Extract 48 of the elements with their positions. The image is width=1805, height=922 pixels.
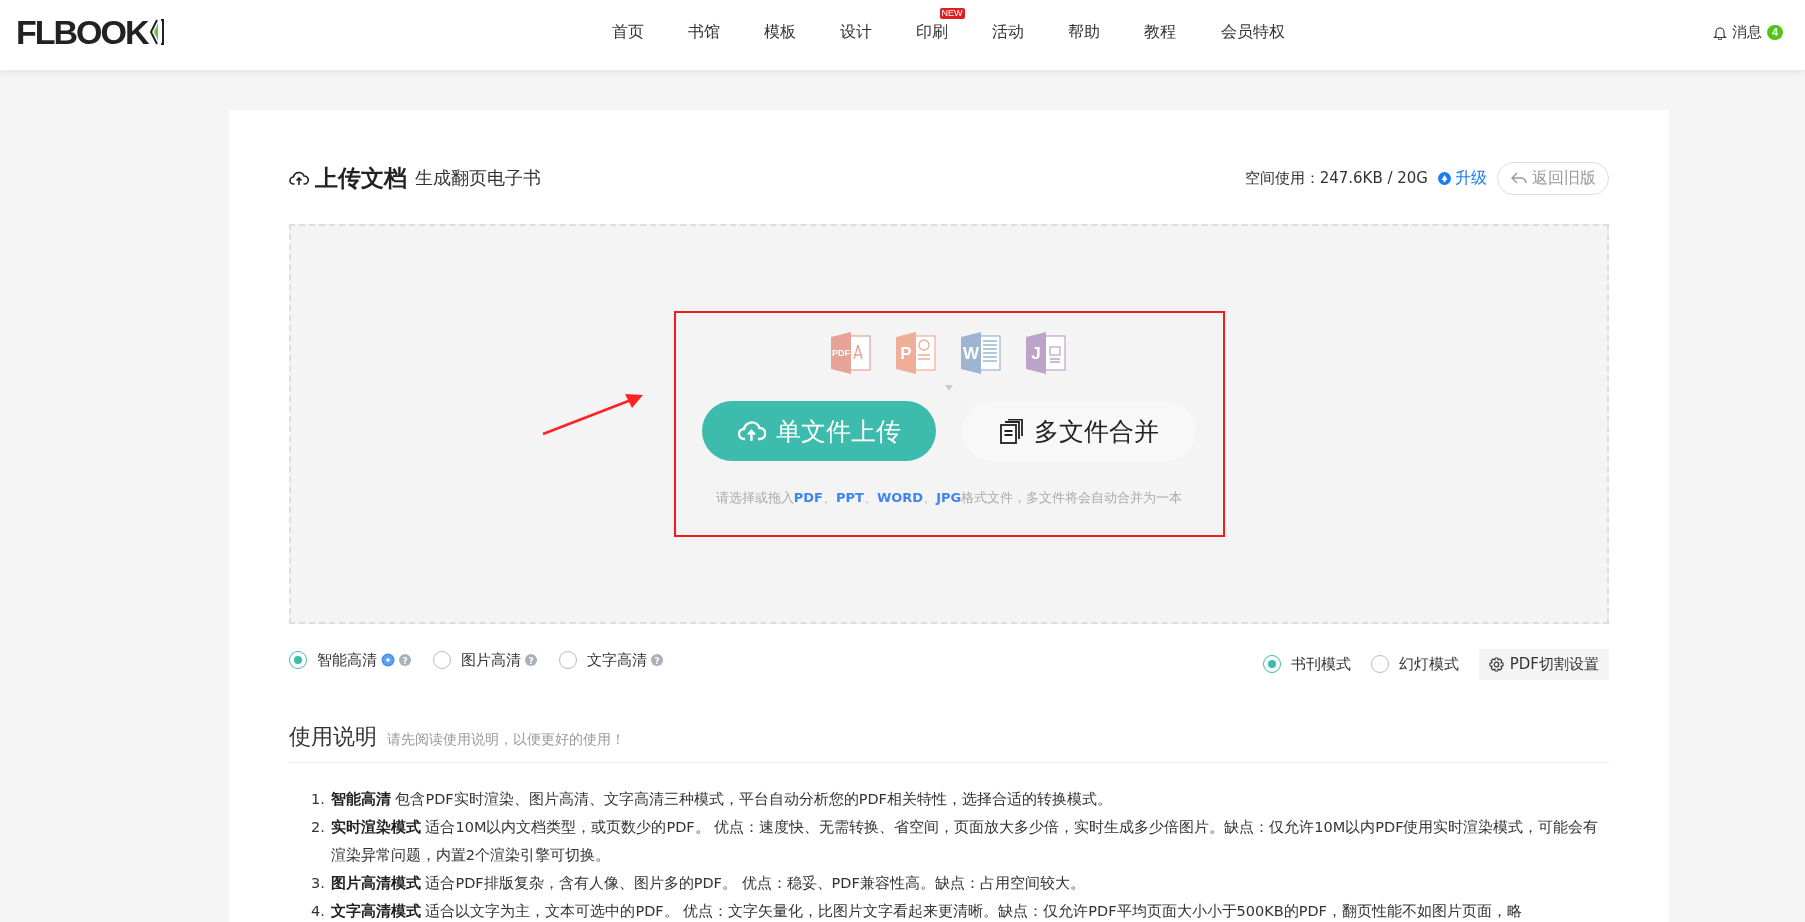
nav-link[interactable]: 教程 — [1143, 21, 1176, 43]
radio-option[interactable]: 幻灯模式 — [1370, 654, 1459, 674]
nav-link[interactable]: 书馆 — [687, 21, 720, 43]
storage-usage: 空间使用：247.6KB / 20G — [1244, 168, 1428, 188]
help-icon: ? — [651, 654, 663, 666]
bell-icon — [1712, 24, 1727, 40]
nav-link[interactable]: 帮助 — [1067, 21, 1100, 43]
list-number: 1. — [311, 790, 325, 809]
upgrade-link[interactable]: 升级 — [1438, 167, 1487, 189]
pdf-split-settings-button[interactable]: PDF切割设置 — [1478, 648, 1609, 680]
nav-link[interactable]: 首页 — [611, 21, 644, 43]
bracket-icon — [148, 18, 165, 46]
cloud-upload-icon — [737, 419, 766, 443]
documents-icon — [999, 418, 1024, 444]
page-title: 上传文档 — [315, 163, 407, 193]
nav-link[interactable]: 活动 — [991, 21, 1024, 43]
instruction-text: 图片高清模式 适合PDF排版复杂，含有人像、图片多的PDF。 优点：稳妥、PDF兼容性高。缺点：占用空间较大。 — [330, 874, 1085, 893]
nav-link[interactable]: 设计 — [839, 21, 872, 43]
upgrade-label[interactable]: 升级 — [1455, 167, 1487, 189]
new-badge: NEW — [939, 7, 965, 19]
instruction-text: 实时渲染模式 适合10M以内文档类型，或页数少的PDF。 优点：速度快、无需转换、省空间，页面放大多少倍，实时生成多少倍图片。缺点：仅允许10M以内PDF使用实时渲染模式，可能会有渲染异常问题，内置2个渲染引擎可切换。 — [330, 818, 1600, 865]
reply-arrow-icon — [1510, 170, 1528, 186]
help-icon: ? — [399, 654, 411, 666]
section-subtitle: 请先阅读使用说明，以便更好的使用！ — [387, 731, 625, 749]
caret-icon — [945, 385, 953, 391]
settings-icon — [1488, 656, 1504, 672]
radio-option[interactable]: 智能高清 — [289, 650, 377, 670]
help-icon: ? — [525, 654, 537, 666]
list-number: 2. — [311, 818, 325, 837]
nav-link[interactable]: 印刷 — [915, 21, 948, 43]
instruction-text: 文字高清模式 适合以文字为主，文本可选中的PDF。 优点：文字矢量化，比图片文字看起来更清晰。缺点：仅允许PDF平均页面大小小于500KB的PDF，翻页性能不如图片页面，略 — [330, 902, 1522, 921]
list-number: 3. — [311, 874, 325, 893]
list-number: 4. — [311, 902, 325, 921]
instruction-text: 智能高清 包含PDF实时渲染、图片高清、文字高清三种模式，平台自动分析您的PDF相关特性，选择合适的转换模式。 — [330, 790, 1112, 809]
radio-option[interactable]: 图片高清 — [433, 650, 521, 670]
message-count: 4 — [1766, 24, 1783, 40]
nav-link[interactable]: 会员特权 — [1220, 21, 1285, 43]
recommended-icon — [381, 653, 395, 667]
radio-option[interactable]: 书刊模式 — [1262, 654, 1351, 674]
cloud-upload-icon — [289, 169, 309, 187]
page-subtitle: 生成翻页电子书 — [415, 166, 541, 190]
nav-link[interactable]: 模板 — [763, 21, 796, 43]
messages-link[interactable]: 消息 — [1731, 22, 1762, 42]
section-title: 使用说明 — [289, 723, 377, 751]
radio-option[interactable]: 文字高清 — [559, 650, 647, 670]
upgrade-icon — [1438, 171, 1451, 185]
logo[interactable]: FLBOOK — [16, 12, 165, 52]
merge-files-button[interactable]: 多文件合并 — [962, 401, 1196, 461]
